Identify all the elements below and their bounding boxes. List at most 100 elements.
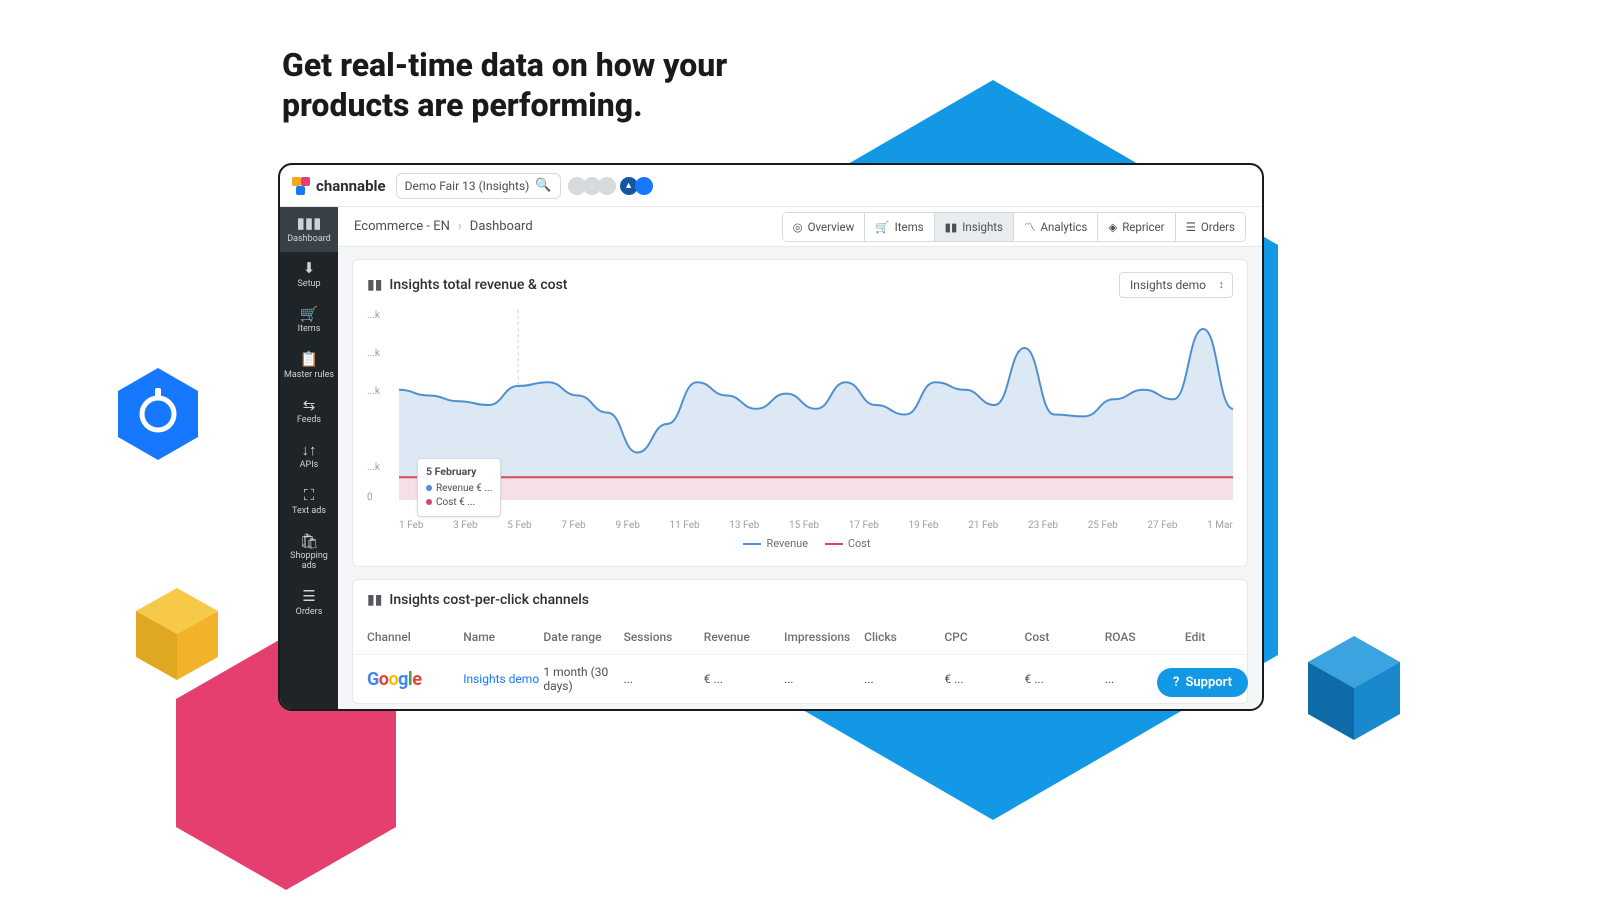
sidebar-item-label: Master rules <box>284 371 334 381</box>
x-tick: 27 Feb <box>1147 520 1177 531</box>
sidebar-item-label: APIs <box>300 461 319 471</box>
bar-chart-icon: ▮▮▮ <box>297 215 322 232</box>
clipboard-icon: 📋 <box>300 351 319 368</box>
breadcrumb: Ecommerce - EN › Dashboard <box>354 219 533 234</box>
tab-overview[interactable]: ◎ Overview <box>783 213 866 241</box>
legend-swatch <box>743 543 761 545</box>
search-icon: 🔍 <box>535 178 551 193</box>
main-area: Ecommerce - EN › Dashboard ◎ Overview 🛒It… <box>338 207 1262 709</box>
th-roas: ROAS <box>1105 630 1185 644</box>
cart-icon: 🛒 <box>300 306 319 323</box>
sidebar-item-orders[interactable]: ☰Orders <box>280 580 338 625</box>
x-tick: 9 Feb <box>615 520 639 531</box>
cell-name[interactable]: Insights demo <box>463 672 543 686</box>
tab-label: Insights <box>962 220 1003 234</box>
x-tick: 15 Feb <box>789 520 819 531</box>
th-cpc: CPC <box>944 630 1024 644</box>
subheader: Ecommerce - EN › Dashboard ◎ Overview 🛒It… <box>338 207 1262 247</box>
sidebar-item-shopping-ads[interactable]: 🛍Shopping ads <box>280 525 338 580</box>
tab-label: Analytics <box>1040 220 1087 234</box>
sidebar: ▮▮▮ Dashboard ⬇ Setup 🛒 Items 📋 Master rules… <box>280 207 338 709</box>
sidebar-item-setup[interactable]: ⬇ Setup <box>280 252 338 297</box>
chevron-right-icon: › <box>458 219 462 234</box>
tab-label: Orders <box>1201 220 1235 234</box>
th-revenue: Revenue <box>704 630 784 644</box>
th-name: Name <box>463 630 543 644</box>
page-heading: Get real-time data on how your products … <box>282 45 727 125</box>
chart-area[interactable]: ...k ...k ...k ...k 0 5 February Revenue… <box>367 310 1233 520</box>
chart-tooltip: 5 February Revenue € ... Cost € ... <box>417 458 501 517</box>
context-label: Demo Fair 13 (Insights) <box>405 179 530 193</box>
avatar[interactable] <box>598 177 616 195</box>
cell-cpc: € ... <box>944 672 1024 686</box>
tab-label: Overview <box>808 220 855 234</box>
th-impressions: Impressions <box>784 630 864 644</box>
support-button[interactable]: ? Support <box>1157 668 1248 697</box>
breadcrumb-item[interactable]: Dashboard <box>470 219 533 234</box>
cpc-table: Channel Name Date range Sessions Revenue… <box>353 620 1247 703</box>
breadcrumb-item[interactable]: Ecommerce - EN <box>354 219 450 234</box>
avatar-badge[interactable] <box>635 177 653 195</box>
bar-chart-icon: ▮▮ <box>945 220 958 234</box>
dot-icon <box>426 499 432 505</box>
tag-icon: ◈ <box>1108 220 1117 234</box>
x-tick: 1 Feb <box>399 520 423 531</box>
th-channel: Channel <box>367 630 463 644</box>
tab-insights[interactable]: ▮▮ Insights <box>935 213 1014 241</box>
sidebar-item-dashboard[interactable]: ▮▮▮ Dashboard <box>280 207 338 252</box>
tooltip-line: Cost € ... <box>436 497 475 508</box>
selector-value: Insights demo <box>1130 278 1206 292</box>
tab-orders[interactable]: ☰Orders <box>1176 213 1245 241</box>
dataset-selector[interactable]: Insights demo <box>1119 272 1233 298</box>
download-icon: ⬇ <box>303 260 316 277</box>
cell-cost: € ... <box>1025 672 1105 686</box>
bar-chart-icon: ▮▮ <box>367 592 382 608</box>
tab-label: Repricer <box>1122 220 1164 234</box>
dot-icon <box>426 485 432 491</box>
x-axis-labels: 1 Feb3 Feb5 Feb7 Feb9 Feb11 Feb13 Feb15 … <box>367 520 1233 531</box>
y-tick: ...k <box>367 462 380 473</box>
sidebar-item-items[interactable]: 🛒 Items <box>280 298 338 343</box>
legend-label: Revenue <box>766 537 808 550</box>
tooltip-title: 5 February <box>426 465 492 480</box>
app-window: channable Demo Fair 13 (Insights) 🔍 ▲ ▮▮… <box>278 163 1264 711</box>
tab-analytics[interactable]: 〽Analytics <box>1014 213 1098 241</box>
panel-cpc-channels: ▮▮ Insights cost-per-click channels Chan… <box>352 579 1248 704</box>
support-label: Support <box>1185 675 1232 690</box>
context-switcher[interactable]: Demo Fair 13 (Insights) 🔍 <box>396 173 561 199</box>
legend-label: Cost <box>848 537 871 550</box>
sidebar-item-feeds[interactable]: ⇆Feeds <box>280 389 338 434</box>
y-tick: ...k <box>367 310 380 321</box>
avatar-row: ▲ <box>571 177 653 195</box>
cell-revenue: € ... <box>704 672 784 686</box>
y-tick: ...k <box>367 348 380 359</box>
sidebar-item-label: Items <box>298 325 321 335</box>
x-tick: 25 Feb <box>1088 520 1118 531</box>
sidebar-item-label: Shopping ads <box>282 552 336 572</box>
cart-icon: 🛒 <box>875 220 889 234</box>
table-row[interactable]: Google Insights demo 1 month (30 days) .… <box>353 654 1247 703</box>
th-daterange: Date range <box>543 630 623 644</box>
th-cost: Cost <box>1025 630 1105 644</box>
tab-items[interactable]: 🛒Items <box>865 213 934 241</box>
tab-repricer[interactable]: ◈ Repricer <box>1098 213 1175 241</box>
brand-logo[interactable]: channable <box>292 177 386 195</box>
panel-title: Insights cost-per-click channels <box>389 592 589 608</box>
app-header: channable Demo Fair 13 (Insights) 🔍 ▲ <box>280 165 1262 207</box>
sidebar-item-text-ads[interactable]: ⛶Text ads <box>280 479 338 524</box>
chart-svg <box>399 310 1233 500</box>
google-logo-icon: Google <box>367 669 421 690</box>
sidebar-item-label: Dashboard <box>287 235 331 245</box>
x-tick: 19 Feb <box>908 520 938 531</box>
cell-impressions: ... <box>784 672 864 686</box>
x-tick: 3 Feb <box>453 520 477 531</box>
sidebar-item-apis[interactable]: ↓↑APIs <box>280 434 338 479</box>
sidebar-item-master-rules[interactable]: 📋 Master rules <box>280 343 338 388</box>
panel-revenue-cost: ▮▮ Insights total revenue & cost Insight… <box>352 259 1248 567</box>
x-tick: 11 Feb <box>670 520 700 531</box>
th-sessions: Sessions <box>624 630 704 644</box>
y-tick: ...k <box>367 386 380 397</box>
eye-icon: ◎ <box>793 220 803 234</box>
tooltip-line: Revenue € ... <box>436 483 492 494</box>
sidebar-item-label: Setup <box>297 280 320 290</box>
